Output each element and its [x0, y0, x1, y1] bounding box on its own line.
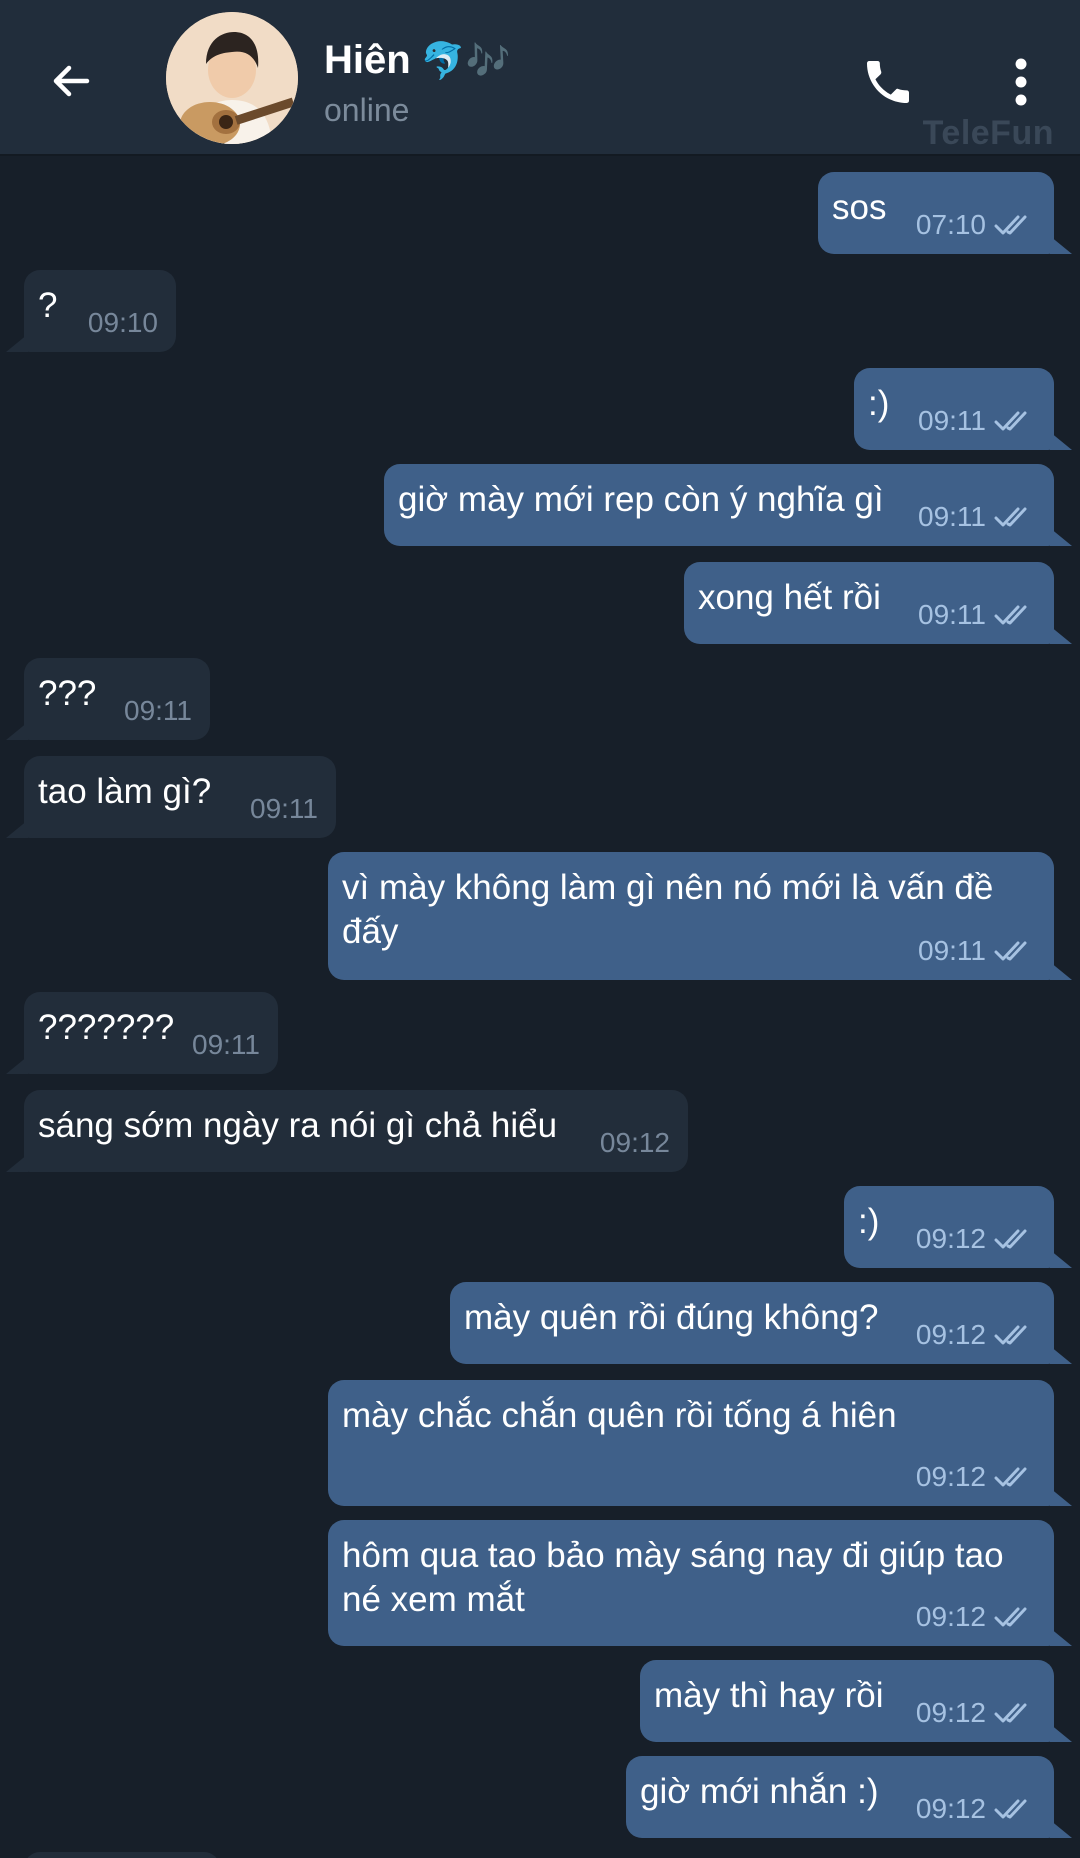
message-time: 09:11 — [918, 935, 986, 966]
message-time: 09:12 — [915, 1461, 986, 1492]
more-options-button[interactable] — [996, 46, 1046, 118]
message-time: 07:10 — [915, 209, 986, 240]
message-time: 09:11 — [250, 793, 318, 824]
message-bubble-outgoing[interactable]: giờ mới nhắn :) 09:12 — [626, 1756, 1072, 1838]
message-bubble-incoming[interactable]: ??? 09:11 — [6, 658, 210, 740]
online-status: online — [324, 92, 410, 128]
avatar[interactable] — [166, 12, 298, 144]
message-text: giờ mới nhắn :) — [640, 1772, 879, 1811]
call-button[interactable] — [852, 46, 924, 118]
message-text: :) — [858, 1202, 880, 1241]
message-text: vì mày không làm gì nên nó mới là vấn đề… — [342, 868, 1004, 951]
message-bubble-outgoing[interactable]: :) 09:12 — [844, 1186, 1072, 1268]
chat-header: Hiên 🐬🎶 online TeleFun — [0, 0, 1080, 156]
message-bubble-outgoing[interactable]: hôm qua tao bảo mày sáng nay đi giúp tao… — [328, 1520, 1072, 1646]
back-arrow-icon — [53, 65, 90, 97]
message-text: sos — [832, 188, 887, 227]
contact-name-text: Hiên — [324, 38, 411, 82]
message-text: giờ mày mới rep còn ý nghĩa gì — [398, 480, 884, 519]
message-bubble-outgoing[interactable]: mày thì hay rồi 09:12 — [640, 1660, 1072, 1742]
double-check-icon — [994, 507, 1027, 527]
message-text: mày thì hay rồi — [654, 1676, 884, 1715]
message-bubble-incoming[interactable]: tao làm gì? 09:11 — [6, 756, 336, 838]
dolphin-music-emoji: 🐬🎶 — [420, 40, 511, 82]
message-bubble-outgoing[interactable]: vì mày không làm gì nên nó mới là vấn đề… — [328, 852, 1072, 980]
kebab-menu-icon — [1015, 58, 1027, 106]
message-time: 09:11 — [192, 1029, 260, 1060]
message-time: 09:11 — [918, 501, 986, 532]
contact-name[interactable]: Hiên 🐬🎶 — [324, 38, 510, 83]
chat-screen: Hiên 🐬🎶 online TeleFun sos 07:10 ? 09:10… — [0, 0, 1080, 1858]
message-time: 09:11 — [918, 405, 986, 436]
double-check-icon — [994, 1703, 1027, 1723]
message-time: 09:11 — [918, 599, 986, 630]
message-text: mày quên rồi đúng không? — [464, 1298, 879, 1337]
message-text: ? — [38, 286, 58, 325]
message-time: 09:12 — [915, 1697, 986, 1728]
app-watermark: TeleFun — [922, 114, 1054, 152]
message-list[interactable]: sos 07:10 ? 09:10 :) 09:11 giờ mày mới r… — [0, 158, 1080, 1858]
message-text: ??????? — [38, 1008, 175, 1047]
message-bubble-outgoing[interactable]: :) 09:11 — [854, 368, 1072, 450]
message-bubble-incoming-partial[interactable] — [24, 1852, 220, 1858]
double-check-icon — [994, 1607, 1027, 1627]
message-time: 09:12 — [915, 1601, 986, 1632]
message-bubble-incoming[interactable]: ??????? 09:11 — [6, 992, 278, 1074]
message-bubble-incoming[interactable]: ? 09:10 — [6, 270, 176, 352]
message-bubble-outgoing[interactable]: xong hết rồi 09:11 — [684, 562, 1072, 644]
message-time: 09:11 — [124, 695, 192, 726]
double-check-icon — [994, 215, 1027, 235]
double-check-icon — [994, 1799, 1027, 1819]
message-text: hôm qua tao bảo mày sáng nay đi giúp tao… — [342, 1536, 1014, 1619]
double-check-icon — [994, 605, 1027, 625]
message-bubble-outgoing[interactable]: sos 07:10 — [818, 172, 1072, 254]
message-time: 09:12 — [599, 1127, 670, 1158]
message-time: 09:12 — [915, 1319, 986, 1350]
message-bubble-outgoing[interactable]: giờ mày mới rep còn ý nghĩa gì 09:11 — [384, 464, 1072, 546]
double-check-icon — [994, 411, 1027, 431]
message-text: tao làm gì? — [38, 772, 212, 811]
double-check-icon — [994, 941, 1027, 961]
avatar-portrait — [166, 12, 298, 144]
message-text: sáng sớm ngày ra nói gì chả hiểu — [38, 1106, 558, 1145]
message-text: ??? — [38, 674, 97, 713]
message-text: mày chắc chắn quên rồi tống á hiên — [342, 1396, 897, 1435]
message-time: 09:10 — [87, 307, 158, 338]
double-check-icon — [994, 1467, 1027, 1487]
message-bubble-outgoing[interactable]: mày chắc chắn quên rồi tống á hiên 09:12 — [328, 1380, 1072, 1506]
message-text: :) — [868, 384, 890, 423]
message-bubble-incoming[interactable]: sáng sớm ngày ra nói gì chả hiểu 09:12 — [6, 1090, 688, 1172]
message-bubble-outgoing[interactable]: mày quên rồi đúng không? 09:12 — [450, 1282, 1072, 1364]
back-button[interactable] — [38, 48, 104, 114]
phone-icon — [867, 61, 909, 103]
double-check-icon — [994, 1325, 1027, 1345]
double-check-icon — [994, 1229, 1027, 1249]
message-time: 09:12 — [915, 1223, 986, 1254]
message-text: xong hết rồi — [698, 578, 881, 617]
message-time: 09:12 — [915, 1793, 986, 1824]
